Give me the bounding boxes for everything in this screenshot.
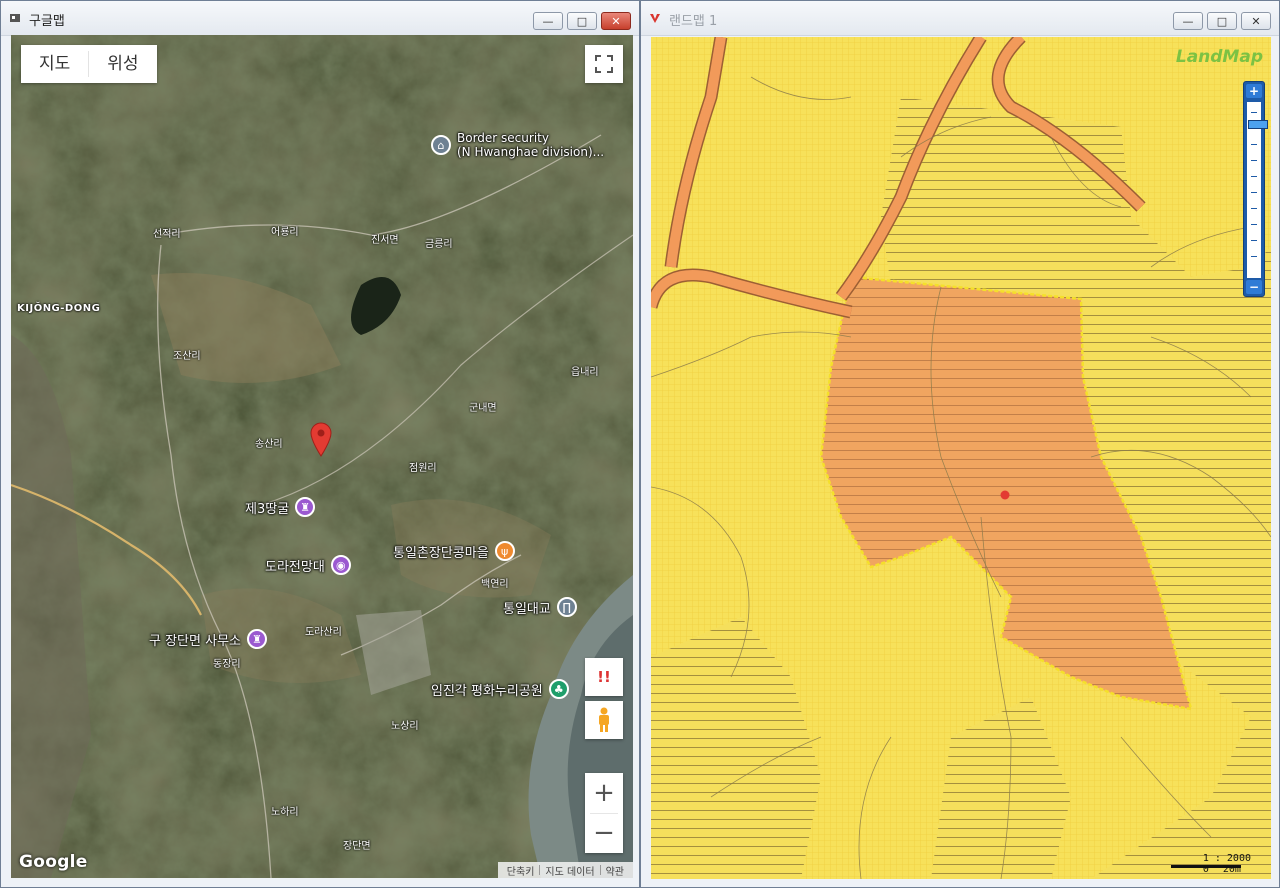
close-button[interactable]: ✕ (1241, 12, 1271, 30)
zoom-out-button[interactable]: − (1246, 280, 1262, 294)
place-label: 선적리 (153, 229, 181, 240)
poi-old-office[interactable]: 구 장단면 사무소 ♜ (149, 629, 267, 649)
place-label: 진서면 (371, 235, 399, 246)
fullscreen-icon (595, 55, 613, 73)
place-label: 노하리 (271, 807, 299, 818)
place-label: 읍내리 (571, 367, 599, 378)
place-label: 노상리 (391, 721, 419, 732)
cadastral-map[interactable]: LandMap + − 1 : 2000 0 20m (651, 37, 1271, 879)
landmap-logo: LandMap (1175, 47, 1263, 67)
app-icon (10, 14, 20, 22)
scale-ratio: 1 : 2000 (1202, 853, 1251, 864)
place-label: 도라산리 (305, 627, 342, 638)
fullscreen-button[interactable] (585, 45, 623, 83)
park-icon: ♣ (548, 679, 569, 699)
alert-button[interactable]: !! (585, 658, 623, 696)
landmap-window: 랜드맵 1 — □ ✕ LandMap + − 1: 2000 0 20m (640, 0, 1280, 888)
titlebar[interactable]: 구글맵 — □ ✕ (1, 1, 639, 36)
map-pin-icon[interactable] (309, 421, 333, 457)
poi-third-tunnel[interactable]: 제3땅굴 ♜ (245, 497, 316, 517)
poi-border-security[interactable]: ⌂ Border security (N Hwanghae division).… (431, 131, 604, 159)
restaurant-icon: ψ (494, 541, 515, 561)
camera-icon: ◉ (330, 555, 351, 575)
place-label: 군내면 (469, 403, 497, 414)
street-view-button[interactable] (585, 701, 623, 739)
poi-tongil-bridge[interactable]: 통일대교 ∏ (503, 597, 577, 617)
place-label: KIJŎNG-DONG (17, 303, 101, 314)
place-label: 어룡리 (271, 227, 299, 238)
minimize-button[interactable]: — (1173, 12, 1203, 30)
map-tab-map[interactable]: 지도 (21, 45, 88, 83)
zoom-out-button[interactable]: − (593, 814, 615, 853)
maximize-button[interactable]: □ (567, 12, 597, 30)
window-title: 랜드맵 1 (669, 14, 718, 29)
place-label: 조산리 (173, 351, 201, 362)
bridge-icon: ∏ (556, 597, 577, 617)
minimize-button[interactable]: — (533, 12, 563, 30)
poi-dora-observatory[interactable]: 도라전망대 ◉ (265, 555, 351, 575)
center-marker (1000, 490, 1010, 500)
place-label: 송산리 (255, 439, 283, 450)
titlebar[interactable]: 랜드맵 1 — □ ✕ (641, 1, 1279, 36)
cadastral-map-canvas (651, 37, 1271, 879)
landmark-icon: ♜ (247, 629, 267, 649)
tick (1251, 192, 1257, 193)
place-label: 백연리 (481, 579, 509, 590)
place-label: 동장리 (213, 659, 241, 670)
place-label: 점원리 (409, 463, 437, 474)
pegman-icon (599, 707, 609, 732)
map-footer: 단축키 지도 데이터 약관 (497, 862, 633, 878)
tick (1251, 224, 1257, 225)
poi-label: 구 장단면 사무소 (149, 633, 241, 649)
place-label: 금릉리 (425, 239, 453, 250)
close-button[interactable]: ✕ (601, 12, 631, 30)
poi-label: 통일대교 (503, 601, 551, 617)
google-map-window: 구글맵 — □ ✕ 지도 위성 !! + − KIJŎNG-DONG ⌂ Bor… (0, 0, 640, 888)
tick (1251, 256, 1257, 257)
zoom-control: + − (585, 773, 623, 853)
tick (1251, 112, 1257, 113)
poi-label: 임진각 평화누리공원 (431, 683, 543, 699)
landmap-app-icon (650, 14, 660, 23)
monument-icon: ⌂ (431, 135, 451, 155)
zoom-in-button[interactable]: + (1246, 84, 1262, 98)
satellite-map[interactable]: 지도 위성 !! + − KIJŎNG-DONG ⌂ Border securi… (11, 35, 633, 878)
place-label: 장단면 (343, 841, 371, 852)
tick (1251, 160, 1257, 161)
shortcuts-link[interactable]: 단축키 (502, 863, 540, 878)
tick (1251, 144, 1257, 145)
zoom-track[interactable] (1247, 102, 1268, 278)
poi-label: 도라전망대 (265, 559, 325, 575)
google-logo: Google (19, 852, 88, 872)
poi-label: 제3땅굴 (245, 501, 290, 517)
scale-min: 0 (1202, 864, 1209, 875)
zoom-thumb[interactable] (1248, 120, 1268, 129)
tick (1251, 176, 1257, 177)
map-tab-satellite[interactable]: 위성 (89, 45, 156, 83)
map-type-control: 지도 위성 (21, 45, 157, 83)
zoom-slider[interactable]: + − (1243, 81, 1268, 297)
tick (1251, 240, 1257, 241)
poi-imjingak[interactable]: 임진각 평화누리공원 ♣ (431, 679, 569, 699)
landmark-icon: ♜ (295, 497, 316, 517)
window-title: 구글맵 (29, 14, 65, 29)
terms-link[interactable]: 약관 (601, 863, 629, 878)
tick (1251, 208, 1257, 209)
poi-label: Border security (457, 131, 549, 145)
maximize-button[interactable]: □ (1207, 12, 1237, 30)
zoom-in-button[interactable]: + (593, 773, 615, 813)
map-data-link[interactable]: 지도 데이터 (540, 863, 599, 878)
poi-label: (N Hwanghae division)... (457, 145, 605, 159)
poi-tongil-village[interactable]: 통일촌장단콩마을 ψ (393, 541, 515, 561)
map-scale: 1 : 2000 0 20m (1203, 853, 1251, 875)
scale-max: 20m (1222, 864, 1241, 875)
poi-label: 통일촌장단콩마을 (393, 545, 489, 561)
